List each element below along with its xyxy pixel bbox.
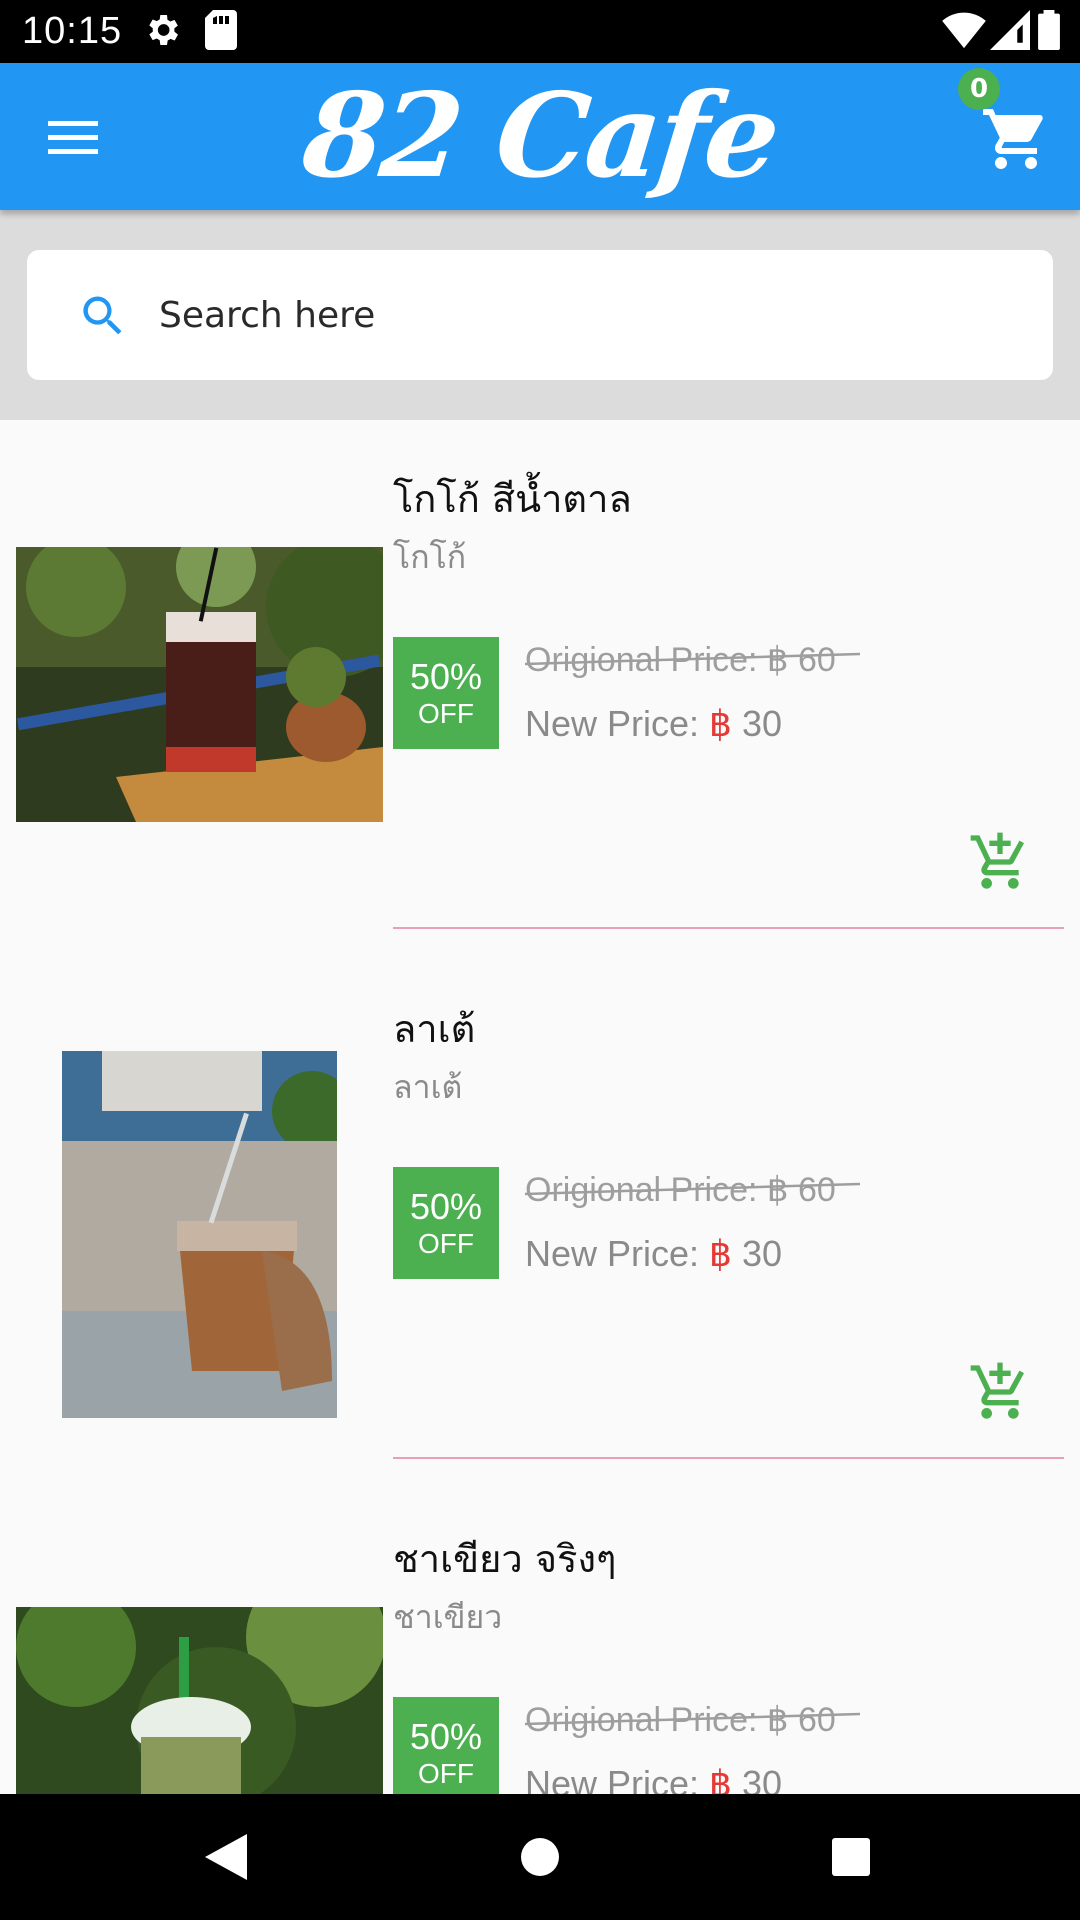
original-price: Origional Price: ฿ 60: [525, 1696, 860, 1744]
search-box[interactable]: [27, 250, 1053, 380]
cart-count-badge: 0: [958, 68, 1000, 110]
currency-symbol: ฿: [709, 1763, 732, 1794]
wifi-icon: [942, 10, 986, 54]
list-item[interactable]: ชาเขียว จริงๆ ชาเขียว 50% OFF Origional …: [0, 1480, 1080, 1794]
cart-icon[interactable]: [980, 103, 1052, 175]
currency-symbol: ฿: [709, 703, 732, 744]
discount-percent: 50%: [409, 656, 483, 697]
settings-icon: [142, 10, 182, 54]
original-price: Origional Price: ฿ 60: [525, 1166, 860, 1214]
navigation-bar: [0, 1794, 1080, 1920]
product-name: ชาเขียว จริงๆ: [393, 1537, 617, 1581]
new-price-value: 30: [741, 703, 783, 744]
discount-badge: 50% OFF: [393, 637, 499, 749]
currency-symbol: ฿: [709, 1233, 732, 1274]
sd-card-icon: [205, 10, 237, 54]
new-price-label: New Price:: [525, 1763, 710, 1794]
recents-icon[interactable]: [831, 1832, 871, 1886]
new-price: New Price: ฿ 30: [525, 1759, 782, 1794]
home-icon[interactable]: [520, 1832, 560, 1886]
status-bar: 10:15: [0, 0, 1080, 63]
item-divider: [393, 1457, 1064, 1459]
new-price: New Price: ฿ 30: [525, 1229, 782, 1279]
app-bar: 82 Cafe: [0, 63, 1080, 210]
new-price: New Price: ฿ 30: [525, 699, 782, 749]
item-divider: [393, 927, 1064, 929]
discount-off-label: OFF: [418, 1228, 474, 1259]
product-image-green-tea: [16, 1607, 383, 1794]
new-price-label: New Price:: [525, 1233, 710, 1274]
product-list: โกโก้ สีน้ำตาล โกโก้ 50% OFF Origional P…: [0, 420, 1080, 1794]
discount-badge: 50% OFF: [393, 1167, 499, 1279]
battery-icon: [1038, 10, 1060, 54]
new-price-label: New Price:: [525, 703, 710, 744]
search-input[interactable]: [131, 280, 1039, 350]
app-title: 82 Cafe: [296, 68, 784, 204]
list-item[interactable]: โกโก้ สีน้ำตาล โกโก้ 50% OFF Origional P…: [0, 420, 1080, 950]
status-time: 10:15: [22, 10, 123, 52]
list-item[interactable]: ลาเต้ ลาเต้ 50% OFF Origional Price: ฿ 6…: [0, 950, 1080, 1480]
back-icon[interactable]: [203, 1832, 249, 1886]
new-price-value: 30: [741, 1233, 783, 1274]
product-name: ลาเต้: [393, 1007, 476, 1051]
add-to-cart-icon[interactable]: [968, 1360, 1032, 1424]
product-image-cocoa: [16, 547, 383, 822]
product-image-latte: [62, 1051, 337, 1418]
discount-badge: 50% OFF: [393, 1697, 499, 1794]
product-category: ชาเขียว: [393, 1598, 503, 1636]
discount-percent: 50%: [409, 1186, 483, 1227]
discount-off-label: OFF: [418, 698, 474, 729]
product-name: โกโก้ สีน้ำตาล: [393, 477, 632, 521]
search-area: [0, 210, 1080, 420]
product-category: โกโก้: [393, 538, 467, 576]
search-icon: [77, 290, 129, 342]
discount-percent: 50%: [409, 1716, 483, 1757]
new-price-value: 30: [741, 1763, 783, 1794]
discount-off-label: OFF: [418, 1758, 474, 1789]
original-price: Origional Price: ฿ 60: [525, 636, 860, 684]
signal-icon: [990, 10, 1030, 54]
add-to-cart-icon[interactable]: [968, 830, 1032, 894]
product-category: ลาเต้: [393, 1068, 463, 1106]
